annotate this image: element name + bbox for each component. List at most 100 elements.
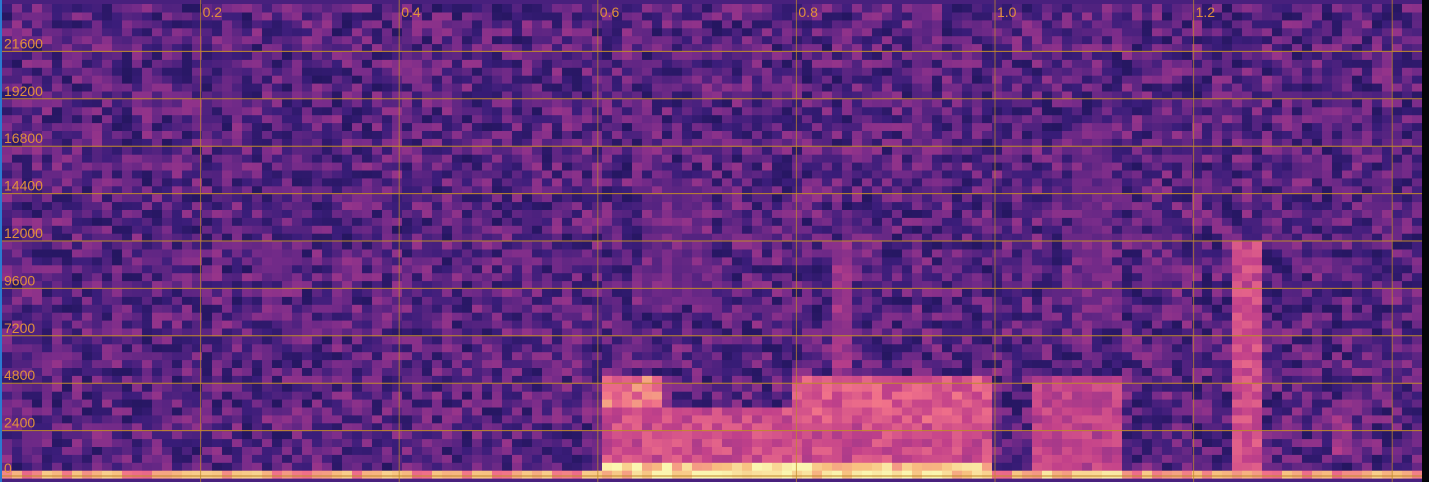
heatmap-cell	[482, 391, 493, 400]
heatmap-cell	[352, 122, 363, 131]
heatmap-cell	[522, 169, 533, 179]
heatmap-cell	[312, 351, 323, 361]
heatmap-cell	[832, 414, 843, 424]
heatmap-cell	[582, 272, 593, 282]
heatmap-cell	[812, 312, 823, 321]
heatmap-cell	[262, 264, 273, 274]
heatmap-cell	[152, 43, 163, 52]
heatmap-cell	[362, 209, 373, 218]
heatmap-cell	[612, 399, 623, 408]
heatmap-cell	[602, 462, 613, 471]
heatmap-cell	[412, 327, 423, 337]
heatmap-cell	[392, 146, 403, 155]
heatmap-cell	[772, 193, 783, 203]
heatmap-cell	[492, 201, 503, 210]
heatmap-cell	[632, 264, 643, 274]
heatmap-cell	[312, 422, 323, 432]
heatmap-cell	[272, 233, 283, 242]
heatmap-cell	[162, 122, 173, 131]
heatmap-cell	[402, 138, 413, 147]
heatmap-cell	[102, 83, 113, 92]
heatmap-cell	[272, 138, 283, 147]
heatmap-cell	[152, 51, 163, 60]
heatmap-cell	[662, 98, 673, 108]
heatmap-cell	[602, 90, 613, 100]
heatmap-cell	[252, 138, 263, 147]
heatmap-cell	[542, 75, 553, 84]
heatmap-cell	[492, 422, 503, 432]
heatmap-cell	[362, 320, 373, 329]
heatmap-cell	[252, 343, 263, 353]
heatmap-cell	[632, 114, 643, 124]
heatmap-cell	[572, 343, 583, 353]
heatmap-cell	[672, 454, 683, 463]
heatmap-cell	[332, 391, 343, 400]
heatmap-cell	[342, 27, 353, 37]
heatmap-cell	[22, 462, 33, 471]
heatmap-cell	[732, 130, 743, 139]
heatmap-cell	[512, 177, 523, 187]
heatmap-cell	[522, 367, 533, 376]
heatmap-cell	[442, 272, 453, 282]
heatmap-cell	[42, 83, 53, 92]
heatmap-cell	[82, 264, 93, 274]
heatmap-cell	[692, 248, 703, 258]
heatmap-cell	[312, 59, 323, 68]
heatmap-cell	[752, 193, 763, 203]
heatmap-cell	[142, 320, 153, 329]
heatmap-cell	[772, 264, 783, 274]
heatmap-cell	[42, 35, 53, 45]
heatmap-cell	[692, 422, 703, 432]
heatmap-cell	[472, 98, 483, 108]
heatmap-cell	[512, 146, 523, 155]
heatmap-cell	[732, 169, 743, 179]
heatmap-cell	[812, 154, 823, 163]
heatmap-cell	[682, 470, 693, 479]
heatmap-cell	[722, 438, 733, 447]
heatmap-cell	[662, 430, 673, 440]
heatmap-cell	[502, 83, 513, 92]
heatmap-cell	[432, 177, 443, 187]
heatmap-cell	[72, 414, 83, 424]
heatmap-cell	[92, 51, 103, 60]
heatmap-cell	[392, 51, 403, 60]
heatmap-cell	[222, 146, 233, 155]
heatmap-cell	[432, 383, 443, 392]
heatmap-cell	[272, 264, 283, 274]
heatmap-cell	[502, 51, 513, 60]
heatmap-cell	[792, 288, 803, 297]
heatmap-cell	[532, 122, 543, 131]
heatmap-cell	[252, 217, 263, 226]
heatmap-cell	[672, 154, 683, 163]
heatmap-cell	[132, 320, 143, 329]
heatmap-cell	[442, 114, 453, 124]
heatmap-cell	[722, 414, 733, 424]
heatmap-cell	[652, 248, 663, 258]
heatmap-cell	[802, 169, 813, 179]
heatmap-cell	[432, 359, 443, 368]
heatmap-cell	[482, 122, 493, 131]
heatmap-cell	[502, 256, 513, 266]
heatmap-cell	[512, 470, 523, 479]
heatmap-cell	[502, 177, 513, 187]
heatmap-cell	[572, 296, 583, 305]
heatmap-cell	[292, 185, 303, 195]
heatmap-cell	[72, 154, 83, 163]
heatmap-cell	[32, 288, 43, 297]
heatmap-cell	[562, 122, 573, 131]
heatmap-cell	[592, 248, 603, 258]
heatmap-cell	[482, 154, 493, 163]
heatmap-cell	[452, 177, 463, 187]
heatmap-cell	[152, 343, 163, 353]
heatmap-cell	[502, 114, 513, 124]
heatmap-cell	[632, 446, 643, 455]
heatmap-cell	[202, 327, 213, 337]
heatmap-cell	[702, 264, 713, 274]
heatmap-cell	[2, 162, 13, 171]
heatmap-cell	[512, 67, 523, 76]
heatmap-cell	[552, 248, 563, 258]
heatmap-cell	[112, 272, 123, 282]
heatmap-cell	[562, 169, 573, 179]
heatmap-cell	[232, 438, 243, 447]
heatmap-cell	[322, 248, 333, 258]
